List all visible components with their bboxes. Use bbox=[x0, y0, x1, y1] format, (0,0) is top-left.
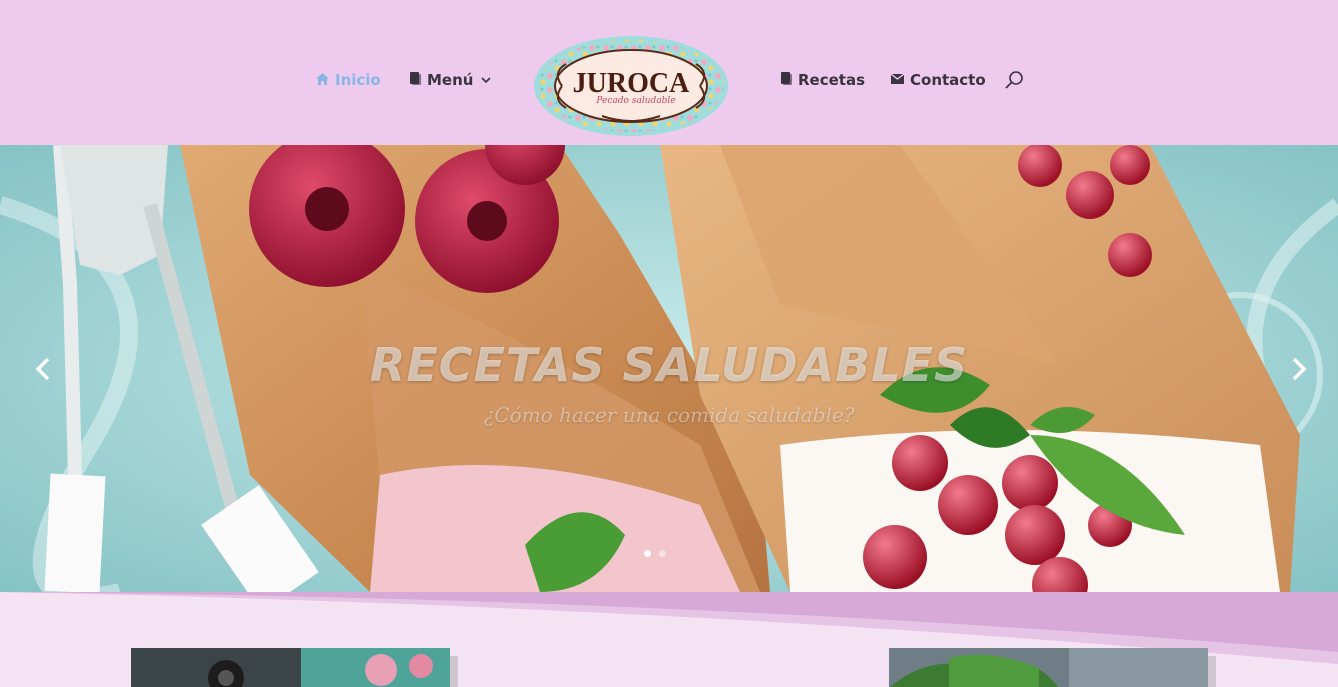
book-icon bbox=[410, 72, 421, 88]
slider-dots bbox=[644, 550, 666, 557]
chevron-right-icon[interactable] bbox=[1284, 351, 1314, 387]
slider-dot[interactable] bbox=[644, 550, 651, 557]
nav-recetas[interactable]: Recetas bbox=[781, 70, 865, 90]
home-icon bbox=[316, 72, 329, 88]
chevron-left-icon[interactable] bbox=[28, 351, 58, 387]
nav-menu[interactable]: Menú bbox=[410, 70, 492, 90]
nav-inicio[interactable]: Inicio bbox=[316, 70, 381, 90]
nav-menu-label: Menú bbox=[427, 71, 474, 89]
nav-contacto[interactable]: Contacto bbox=[890, 70, 986, 90]
site-header: Inicio Menú JUROCA Pecado saludable Rece… bbox=[0, 0, 1338, 145]
chevron-down-icon bbox=[481, 74, 492, 87]
site-logo[interactable]: JUROCA Pecado saludable bbox=[532, 30, 730, 142]
hero-subtitle: ¿Cómo hacer una comida saludable? bbox=[483, 403, 855, 427]
logo-tagline: Pecado saludable bbox=[595, 96, 675, 106]
search-icon[interactable] bbox=[1004, 69, 1026, 91]
nav-inicio-label: Inicio bbox=[335, 71, 381, 89]
hero-title: RECETAS SALUDABLES bbox=[369, 338, 969, 392]
logo-name: JUROCA bbox=[573, 68, 690, 99]
book-icon bbox=[781, 72, 792, 88]
post-thumbnail-right[interactable] bbox=[889, 648, 1208, 687]
nav-contacto-label: Contacto bbox=[910, 71, 986, 89]
slider-dot[interactable] bbox=[659, 550, 666, 557]
hero-slider: RECETAS SALUDABLES ¿Cómo hacer una comid… bbox=[0, 145, 1338, 592]
nav-recetas-label: Recetas bbox=[798, 71, 866, 89]
envelope-icon bbox=[890, 72, 905, 87]
content-section bbox=[0, 592, 1338, 687]
post-thumbnail-left[interactable] bbox=[131, 648, 450, 687]
